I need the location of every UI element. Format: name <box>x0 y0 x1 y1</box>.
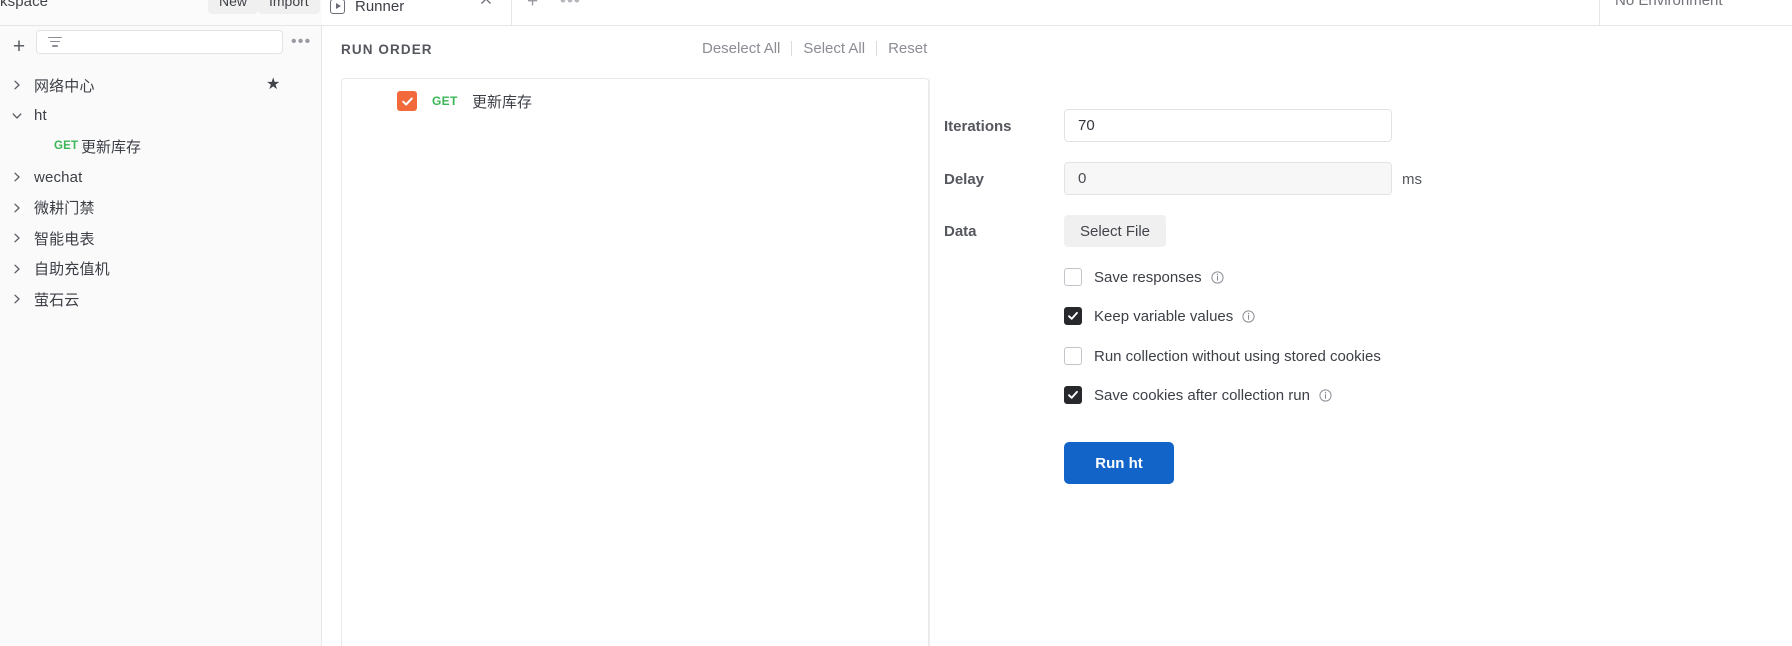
sidebar-item-label: 微耕门禁 <box>34 200 95 218</box>
chevron-right-icon[interactable] <box>11 79 23 91</box>
run-order-header: RUN ORDER Deselect All Select All Reset <box>322 26 1792 73</box>
tab-divider <box>511 0 512 25</box>
option-label: Save cookies after collection run <box>1094 386 1310 404</box>
tab-runner-label: Runner <box>355 0 405 15</box>
new-button[interactable]: New <box>208 0 259 14</box>
option-keep-variable-values[interactable]: Keep variable values <box>1064 307 1255 325</box>
request-method-label: GET <box>432 94 458 108</box>
runner-panel: RUN ORDER Deselect All Select All Reset … <box>322 26 1792 646</box>
iterations-label: Iterations <box>944 118 1012 135</box>
sidebar: + ••• 网络中心 ★ ht GET 更新库存 wechat 微耕门禁 智能电… <box>0 26 322 646</box>
run-order-list: GET 更新库存 <box>341 78 929 646</box>
sidebar-item-2[interactable]: wechat <box>0 162 321 193</box>
chevron-right-icon[interactable] <box>11 293 23 305</box>
sidebar-item-3[interactable]: 微耕门禁 <box>0 192 321 223</box>
sidebar-item-5[interactable]: 自助充值机 <box>0 254 321 285</box>
delay-label: Delay <box>944 171 985 188</box>
sidebar-item-label: 自助充值机 <box>34 261 110 279</box>
tab-overflow-icon[interactable]: ••• <box>560 0 581 11</box>
chevron-down-icon[interactable] <box>11 110 23 122</box>
deselect-all-button[interactable]: Deselect All <box>702 40 780 57</box>
collection-tree: 网络中心 ★ ht GET 更新库存 wechat 微耕门禁 智能电表 自助充值… <box>0 70 321 315</box>
sidebar-item-6[interactable]: 萤石云 <box>0 284 321 315</box>
sidebar-item-0[interactable]: 网络中心 ★ <box>0 70 321 101</box>
tab-runner[interactable]: Runner <box>330 0 404 21</box>
action-divider <box>876 41 878 56</box>
request-name-label: 更新库存 <box>81 138 142 156</box>
sidebar-item-label: 萤石云 <box>34 291 80 309</box>
run-collection-button[interactable]: Run ht <box>1064 442 1174 484</box>
delay-unit-label: ms <box>1402 171 1422 188</box>
add-icon[interactable]: + <box>9 36 29 57</box>
chevron-right-icon[interactable] <box>11 263 23 275</box>
sidebar-item-label: wechat <box>34 168 83 186</box>
run-order-row[interactable]: GET 更新库存 <box>342 79 928 123</box>
import-button[interactable]: Import <box>258 0 320 14</box>
checkbox[interactable] <box>1064 307 1082 325</box>
option-label: Run collection without using stored cook… <box>1094 347 1381 365</box>
request-checkbox[interactable] <box>397 91 417 111</box>
chevron-right-icon[interactable] <box>11 171 23 183</box>
sidebar-item-label: 网络中心 <box>34 77 95 95</box>
request-method-label: GET <box>54 140 79 153</box>
sidebar-more-icon[interactable]: ••• <box>291 33 311 51</box>
option-run-without-cookies[interactable]: Run collection without using stored cook… <box>1064 347 1381 365</box>
request-name-label: 更新库存 <box>472 93 533 111</box>
page-title: RUN ORDER <box>341 42 433 57</box>
checkbox[interactable] <box>1064 268 1082 286</box>
info-icon[interactable] <box>1242 309 1255 323</box>
info-icon[interactable] <box>1210 270 1224 284</box>
close-icon[interactable] <box>477 0 495 8</box>
star-icon[interactable]: ★ <box>266 77 280 93</box>
workspace-label: kspace <box>0 0 49 10</box>
delay-input[interactable]: 0 <box>1064 162 1392 195</box>
new-tab-icon[interactable]: + <box>527 0 538 15</box>
iterations-input[interactable]: 70 <box>1064 109 1392 142</box>
checkbox[interactable] <box>1064 347 1082 365</box>
sidebar-item-4[interactable]: 智能电表 <box>0 223 321 254</box>
select-file-button[interactable]: Select File <box>1064 215 1167 247</box>
tab-strip: Runner + ••• No Environment ▼ <box>322 0 1792 25</box>
info-icon[interactable] <box>1319 388 1332 402</box>
run-settings-panel: Iterations 70 Delay 0 ms Data Select Fil… <box>930 78 1792 646</box>
select-all-button[interactable]: Select All <box>803 40 865 57</box>
sidebar-item-label: 智能电表 <box>34 230 95 248</box>
chevron-right-icon[interactable] <box>11 202 23 214</box>
option-label: Save responses <box>1094 268 1202 286</box>
data-label: Data <box>944 223 977 240</box>
environment-selector[interactable]: No Environment <box>1615 0 1723 9</box>
action-divider <box>791 41 793 56</box>
sidebar-request-item[interactable]: GET 更新库存 <box>0 131 321 162</box>
sidebar-item-1[interactable]: ht <box>0 101 321 132</box>
option-save-responses[interactable]: Save responses <box>1064 268 1224 286</box>
option-save-cookies[interactable]: Save cookies after collection run <box>1064 386 1332 404</box>
environment-divider <box>1599 0 1600 25</box>
filter-icon <box>48 36 62 48</box>
checkbox[interactable] <box>1064 386 1082 404</box>
sidebar-toolbar: + ••• <box>0 26 321 70</box>
sidebar-item-label: ht <box>34 107 47 125</box>
reset-button[interactable]: Reset <box>888 40 927 57</box>
runner-screen: kspace New Import Runner + ••• No Enviro… <box>0 0 1792 646</box>
run-order-actions: Deselect All Select All Reset <box>702 40 927 57</box>
filter-input[interactable] <box>36 30 283 54</box>
runner-icon <box>330 0 345 14</box>
option-label: Keep variable values <box>1094 307 1234 325</box>
top-bar: kspace New Import Runner + ••• No Enviro… <box>0 0 1792 26</box>
chevron-right-icon[interactable] <box>11 232 23 244</box>
